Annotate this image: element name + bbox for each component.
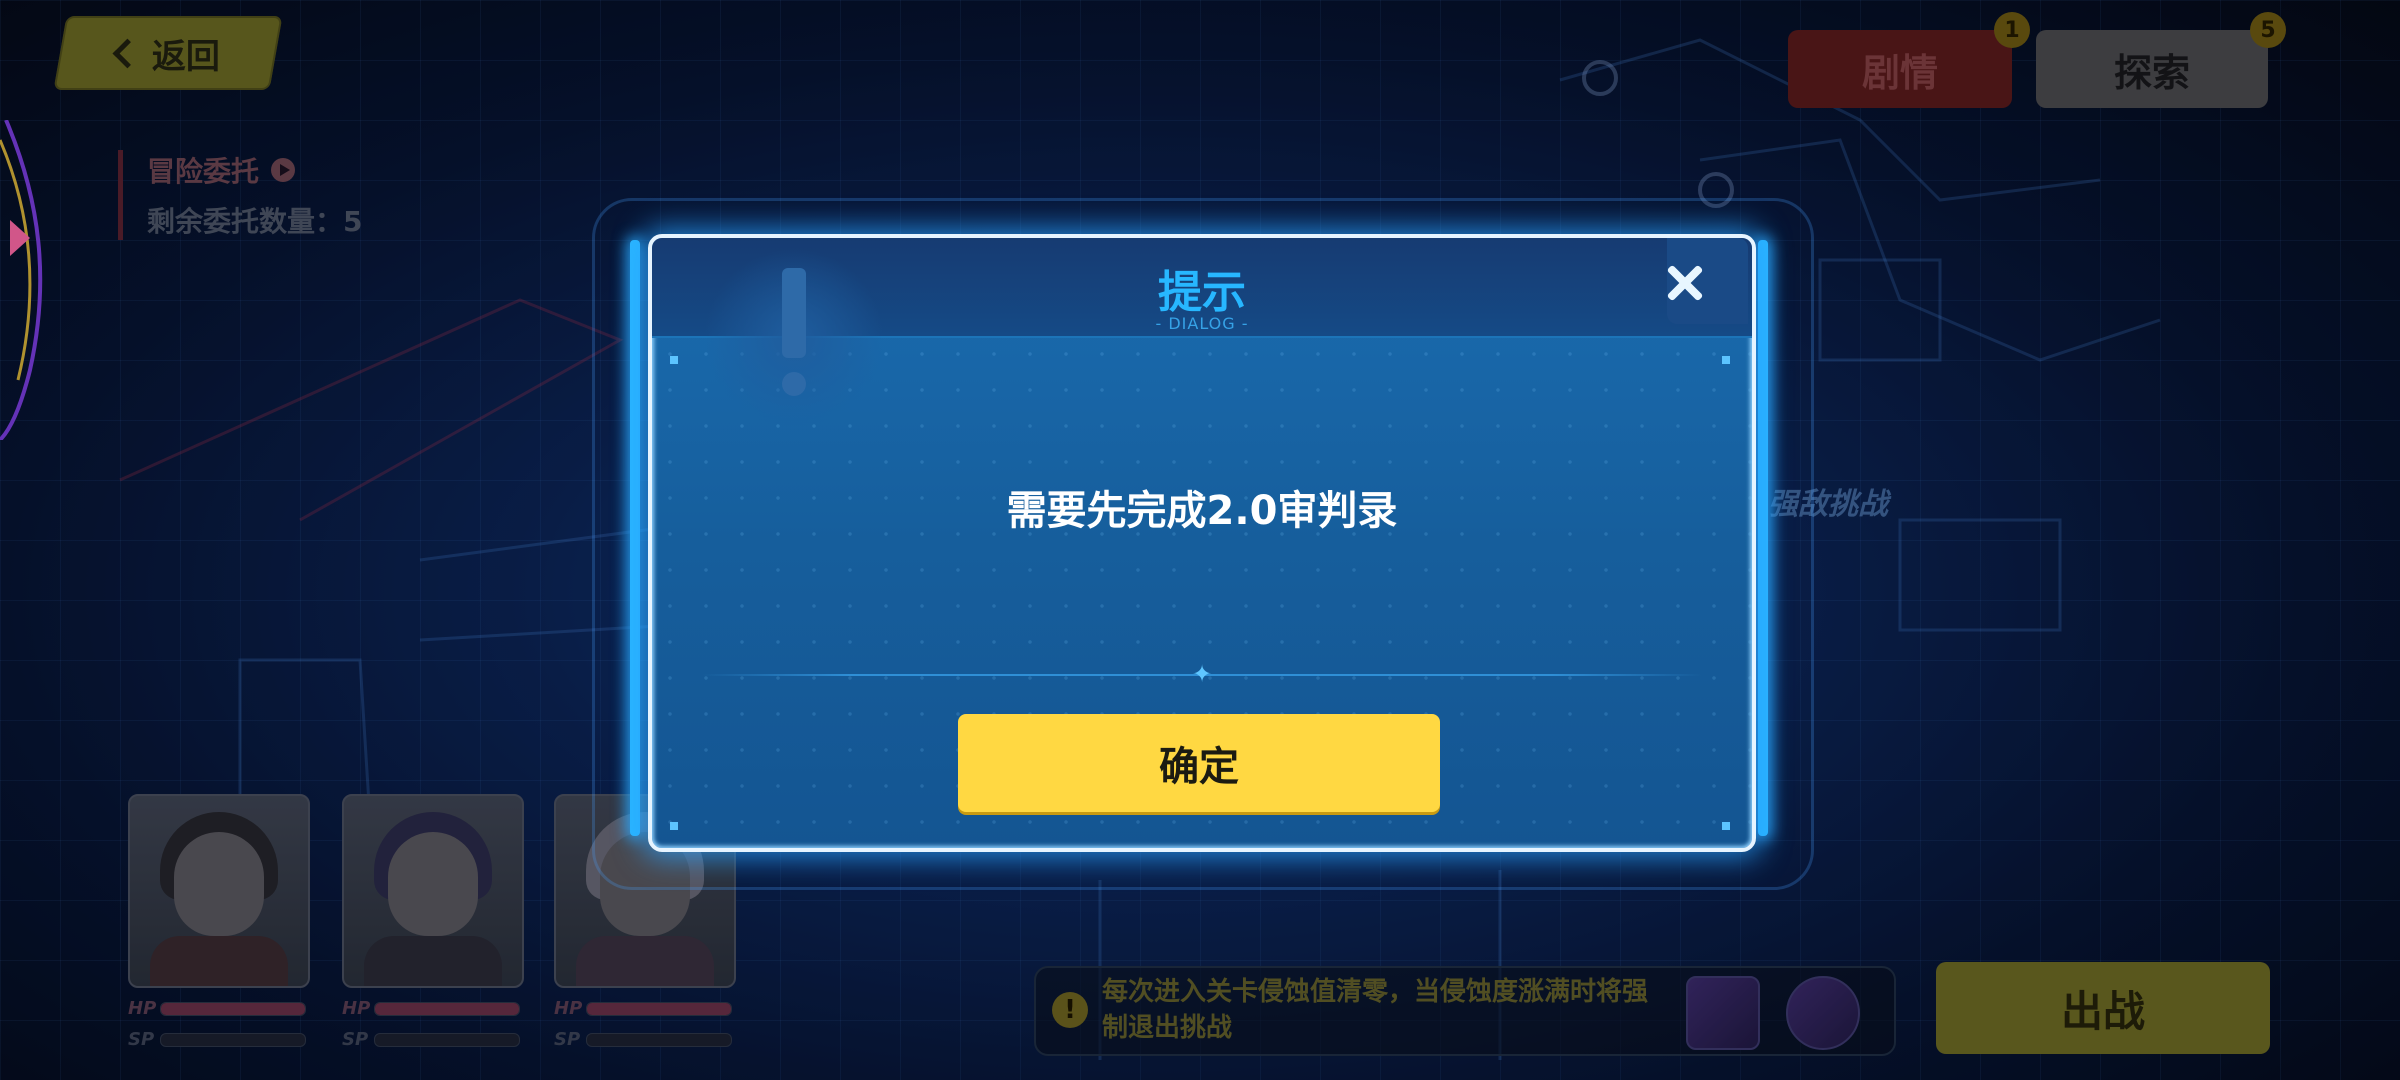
close-button[interactable]	[1658, 256, 1712, 310]
corner-dot	[1722, 356, 1730, 364]
dialog-title: 提示	[1158, 267, 1246, 318]
confirm-label: 确定	[1159, 744, 1239, 790]
dialog-subtitle: - DIALOG -	[1155, 314, 1249, 333]
corner-dot	[670, 356, 678, 364]
corner-dot	[1722, 822, 1730, 830]
dialog: 提示 - DIALOG - 需要先完成2.0审判录 ✦ 确定	[648, 234, 1756, 852]
dialog-message: 需要先完成2.0审判录	[1006, 488, 1398, 534]
game-screen: 强敌挑战 返回 冒险委托 剩余委托数量：5 剧情 1 探索 5 HP SP HP…	[0, 0, 2400, 1080]
star-icon: ✦	[1191, 660, 1213, 688]
corner-dot	[670, 822, 678, 830]
confirm-button[interactable]: 确定	[958, 714, 1440, 812]
close-icon	[1665, 263, 1705, 303]
dialog-side-bar	[1758, 240, 1768, 836]
dialog-side-bar	[630, 240, 640, 836]
